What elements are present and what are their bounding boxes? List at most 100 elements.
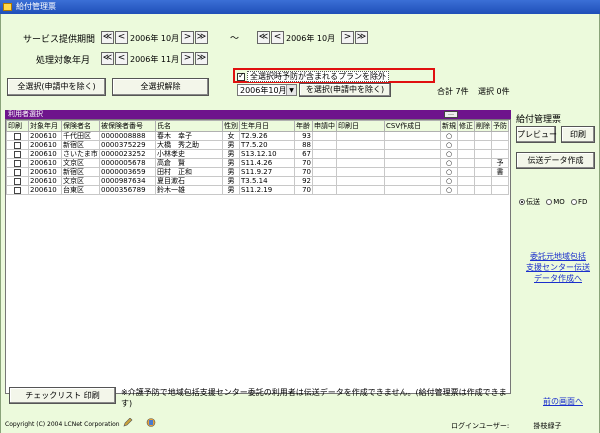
from-last-button[interactable]: ≫ (195, 31, 208, 44)
table-row[interactable]: 200610 文京区 0000005678 高倉 賢男 S11.4.26 70 ○ 予 (6, 158, 509, 168)
table-cell (312, 158, 337, 168)
preview-button[interactable]: プレビュー (516, 126, 557, 143)
empty-row (6, 275, 509, 285)
table-cell: 小林孝史 (155, 149, 223, 159)
month-prev-button[interactable]: < (115, 52, 128, 65)
row-print-checkbox[interactable] (14, 159, 21, 167)
row-print-cell (6, 176, 29, 186)
table-cell (491, 131, 509, 141)
to-prev-button[interactable]: < (271, 31, 284, 44)
table-cell (457, 167, 475, 177)
pencil-icon[interactable] (123, 418, 133, 427)
table-cell (457, 149, 475, 159)
col-header: 削除 (474, 120, 492, 132)
row-print-checkbox[interactable] (14, 168, 21, 176)
radio-fd-label: FD (578, 198, 588, 206)
window-title: 給付管理票 (16, 2, 56, 11)
month-next-button[interactable]: > (181, 52, 194, 65)
table-cell: 93 (294, 131, 313, 141)
table-cell: T3.5.14 (239, 176, 295, 186)
table-cell (312, 176, 337, 186)
table-cell: 200610 (28, 185, 62, 195)
from-next-button[interactable]: > (181, 31, 194, 44)
table-row[interactable]: 200610 さいたま市 0000023252 小林孝史男 S13.12.10 67 ○ (6, 149, 509, 159)
col-header: CSV作成日 (384, 120, 441, 132)
radio-transmit-label: 伝送 (526, 198, 540, 206)
user-table: 印刷 対象年月 保険者名 被保険者番号 氏名 性別 生年月日 年齢 申請中 印刷… (6, 120, 509, 384)
table-cell (312, 131, 337, 141)
row-print-checkbox[interactable] (14, 150, 21, 158)
row-print-checkbox[interactable] (14, 186, 21, 194)
radio-mo[interactable] (546, 199, 553, 205)
month-first-button[interactable]: ≪ (101, 52, 114, 65)
user-grid: 印刷 対象年月 保険者名 被保険者番号 氏名 性別 生年月日 年齢 申請中 印刷… (5, 119, 511, 394)
empty-row (6, 239, 509, 249)
delegated-transmit-link[interactable]: 委託元地域包括 支援センター伝送 データ作成へ (517, 251, 599, 284)
empty-row (6, 248, 509, 258)
table-cell (336, 140, 385, 150)
exclude-prevention-option[interactable]: 全選択時予防が含まれるプランを除外 (237, 71, 389, 82)
table-row[interactable]: 200610 千代田区 0000008888 春木 幸子女 T2.9.26 93 ○ (6, 131, 509, 141)
empty-row (6, 221, 509, 231)
table-cell: 男 (222, 158, 240, 168)
deselect-all-button[interactable]: 全選択解除 (112, 78, 209, 96)
table-row[interactable]: 200610 新宿区 0000375229 大橋 秀之助男 T7.5.20 88 ○ (6, 140, 509, 150)
checklist-print-button[interactable]: チェックリスト 印刷 (9, 387, 116, 404)
from-first-button[interactable]: ≪ (101, 31, 114, 44)
table-cell (491, 149, 509, 159)
month-select[interactable]: 2006年10月分 ▼ (237, 84, 297, 96)
link-line: 委託元地域包括 (530, 252, 586, 261)
to-next-button[interactable]: > (341, 31, 354, 44)
empty-row (6, 302, 509, 312)
table-cell (491, 176, 509, 186)
table-cell (336, 158, 385, 168)
table-row[interactable]: 200610 新宿区 0000003659 田村 正和男 S11.9.27 70 ○ 書 (6, 167, 509, 177)
table-cell (474, 185, 492, 195)
more-button[interactable]: … (444, 111, 458, 118)
table-cell: 台東区 (61, 185, 100, 195)
print-button[interactable]: 印刷 (561, 126, 595, 143)
table-row[interactable]: 200610 文京区 0000987634 夏目漱石男 T3.5.14 92 ○ (6, 176, 509, 186)
transmit-data-button[interactable]: 伝送データ作成 (516, 152, 595, 169)
chevron-down-icon[interactable]: ▼ (286, 85, 296, 95)
table-cell: 0000008888 (99, 131, 156, 141)
col-header: 被保険者番号 (99, 120, 156, 132)
table-cell (474, 140, 492, 150)
table-cell: 文京区 (61, 158, 100, 168)
back-link[interactable]: 前の画面へ (531, 396, 595, 407)
month-last-button[interactable]: ≫ (195, 52, 208, 65)
table-cell: 男 (222, 140, 240, 150)
main-frame: サービス提供期間 ≪ < 2006年 10月 > ≫ 〜 ≪ < 2006年 1… (0, 14, 600, 433)
table-cell: 高倉 賢 (155, 158, 223, 168)
table-cell: 70 (294, 185, 313, 195)
table-cell (312, 149, 337, 159)
col-header: 印刷 (6, 120, 29, 132)
col-header: 性別 (222, 120, 240, 132)
table-cell: 0000375229 (99, 140, 156, 150)
table-cell: S11.2.19 (239, 185, 295, 195)
row-print-checkbox[interactable] (14, 132, 21, 140)
table-cell (457, 131, 475, 141)
to-last-button[interactable]: ≫ (355, 31, 368, 44)
empty-row (6, 194, 509, 204)
empty-row (6, 293, 509, 303)
copyright: Copyright (C) 2004 LCNet Corporation (5, 421, 120, 428)
media-radio-group: 伝送 MO FD (519, 197, 587, 207)
to-first-button[interactable]: ≪ (257, 31, 270, 44)
radio-transmit[interactable] (519, 199, 525, 205)
exclude-prevention-checkbox[interactable] (237, 71, 245, 81)
table-cell: 千代田区 (61, 131, 100, 141)
table-row[interactable]: 200610 台東区 0000356789 鈴木一雄男 S11.2.19 70 ○ (6, 185, 509, 195)
radio-fd[interactable] (571, 199, 578, 205)
table-cell: 男 (222, 167, 240, 177)
from-prev-button[interactable]: < (115, 31, 128, 44)
row-print-checkbox[interactable] (14, 141, 21, 149)
col-header: 修正 (457, 120, 475, 132)
select-month-button[interactable]: を選択(申請中を除く) (299, 83, 391, 97)
select-all-button[interactable]: 全選択(申請中を除く) (7, 78, 106, 96)
table-cell: 新宿区 (61, 140, 100, 150)
row-print-checkbox[interactable] (14, 177, 21, 185)
empty-row (6, 356, 509, 366)
empty-row (6, 329, 509, 339)
help-icon[interactable] (146, 418, 156, 427)
